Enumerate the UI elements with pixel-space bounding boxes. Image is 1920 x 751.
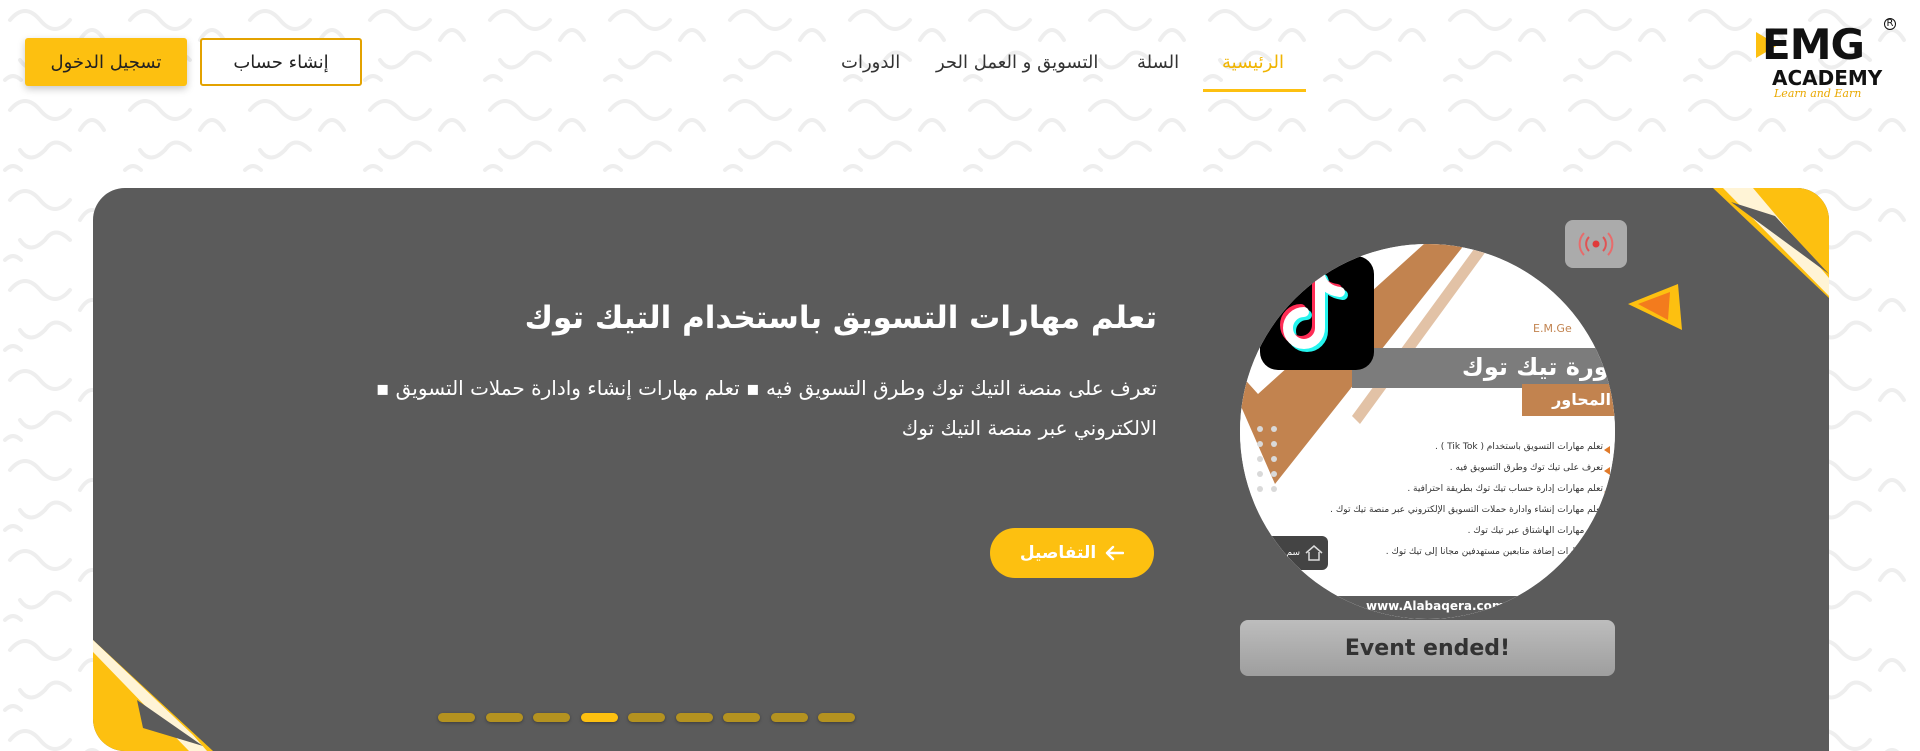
nav-item-marketing[interactable]: التسويق و العمل الحر bbox=[936, 52, 1098, 73]
house-icon bbox=[1305, 545, 1323, 561]
tiktok-logo-icon bbox=[1260, 256, 1374, 370]
details-button[interactable]: التفاصيل bbox=[990, 528, 1154, 578]
course-point: تعلم مهارات إنشاء وادارة حملات التسويق ا… bbox=[1330, 505, 1603, 515]
course-image-subtitle: المحاور bbox=[1552, 390, 1611, 409]
nav-item-cart[interactable]: السلة bbox=[1137, 52, 1179, 73]
course-website: www.Alabaqera.com bbox=[1366, 599, 1505, 613]
slider-dot[interactable] bbox=[770, 713, 808, 722]
nav-item-home[interactable]: الرئيسية bbox=[1222, 52, 1284, 73]
details-label: التفاصيل bbox=[1019, 543, 1097, 563]
logo-academy: ACADEMY bbox=[1772, 66, 1883, 90]
hero-banner: تعلم مهارات التسويق باستخدام التيك توك ت… bbox=[93, 188, 1829, 751]
logo-registered-mark: R bbox=[1884, 18, 1896, 30]
logo-tagline: Learn and Earn bbox=[1774, 87, 1862, 100]
course-point: تعلم مهارات إدارة حساب تيك توك بطريقة اح… bbox=[1407, 484, 1603, 494]
corner-decoration-top-right bbox=[1713, 188, 1829, 298]
slider-dot[interactable] bbox=[675, 713, 713, 722]
course-point: تعلم مهارات التسويق باستخدام ( Tik Tok )… bbox=[1435, 442, 1603, 452]
site-header: تسجيل الدخول إنشاء حساب الرئيسية السلة ا… bbox=[0, 0, 1920, 130]
slider-dot[interactable] bbox=[438, 713, 475, 722]
signup-button[interactable]: إنشاء حساب bbox=[200, 38, 362, 86]
slider-dot[interactable] bbox=[818, 713, 855, 722]
nav-item-courses[interactable]: الدورات bbox=[841, 52, 900, 73]
course-point: تعلم مهارات الهاشتاق عبر تيك توك . bbox=[1467, 526, 1603, 536]
course-corner-badge: سم bbox=[1266, 536, 1328, 570]
course-brand-line: E.M.Ge bbox=[1533, 322, 1572, 335]
hero-title: تعلم مهارات التسويق باستخدام التيك توك bbox=[524, 300, 1157, 336]
course-corner-text: سم bbox=[1286, 548, 1300, 558]
login-button[interactable]: تسجيل الدخول bbox=[25, 38, 187, 86]
slider-dot[interactable] bbox=[723, 713, 760, 722]
slider-dot[interactable] bbox=[580, 713, 618, 722]
logo-brand: EMG bbox=[1762, 20, 1865, 69]
hero-description: تعرف على منصة التيك توك وطرق التسويق فيه… bbox=[375, 376, 1157, 440]
corner-decoration-bottom-left bbox=[93, 640, 213, 751]
slider-dot[interactable] bbox=[485, 713, 523, 722]
course-image[interactable]: E.M.Ge دورة تيك توك المحاور تعلم مهارات … bbox=[1240, 244, 1615, 619]
play-triangle-icon bbox=[1628, 284, 1682, 330]
event-ended-status: Event ended! bbox=[1240, 620, 1615, 676]
course-point: تعلم مهارات إضافة متابعين مستهدفين مجانا… bbox=[1385, 547, 1603, 557]
slider-dot[interactable] bbox=[533, 713, 570, 722]
slider-dot[interactable] bbox=[628, 713, 665, 722]
arrow-left-icon bbox=[1105, 545, 1125, 561]
course-image-title: دورة تيك توك bbox=[1461, 353, 1615, 381]
nav-active-underline bbox=[1203, 89, 1306, 92]
course-point: تعرف على تيك توك وطرق التسويق فيه . bbox=[1449, 463, 1603, 473]
site-logo[interactable]: EMG R ACADEMY Learn and Earn bbox=[1756, 18, 1896, 102]
